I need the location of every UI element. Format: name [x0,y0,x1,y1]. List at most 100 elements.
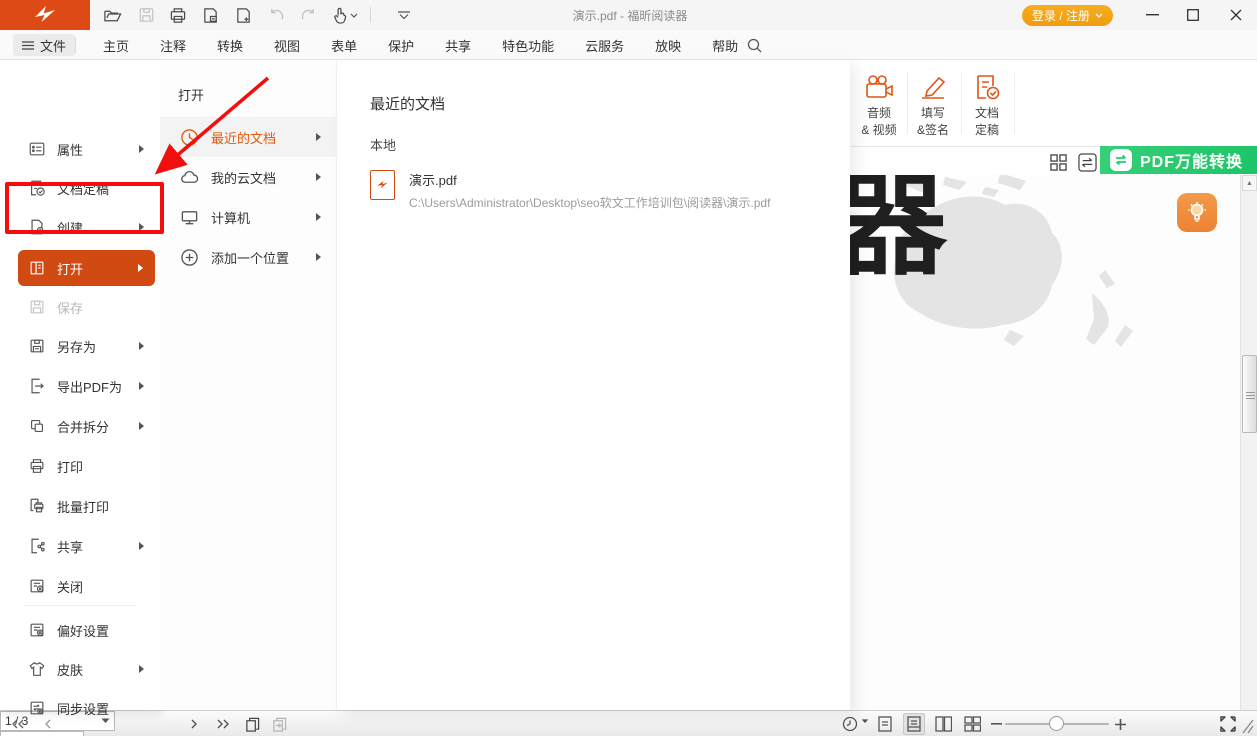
swap-view-icon[interactable] [1076,152,1098,172]
menu-item-close[interactable]: 关闭 [0,566,160,606]
menu-item-label: 关闭 [57,577,160,596]
minimize-button[interactable] [1135,0,1169,30]
pdf-convert-button[interactable]: PDF万能转换 [1100,146,1257,174]
menu-item-label: 文档定稿 [57,179,160,198]
pencil-sign-icon [907,66,959,100]
submenu-arrow-icon [139,665,144,673]
vertical-scrollbar[interactable]: ▲ [1240,175,1257,710]
menu-item-label: 偏好设置 [57,621,160,640]
thumbnail-grid-icon[interactable] [1047,152,1069,172]
submenu-item-cloud-docs[interactable]: 我的云文档 [160,157,337,197]
document-headline-text: 器 [835,175,947,297]
tab-comment[interactable]: 注释 [160,36,186,55]
prev-view-button[interactable] [241,713,263,735]
zoom-out-button[interactable] [988,713,1004,735]
zoom-slider-knob[interactable] [1049,716,1064,731]
doc-check-icon [961,66,1013,100]
foxit-reader-window: 演示.pdf - 福昕阅读器 登录 / 注册 文件 主页 注释 转换 视图 表单… [0,0,1257,736]
zoom-in-button[interactable] [1112,713,1128,735]
submenu-item-computer[interactable]: 计算机 [160,197,337,237]
local-section-label: 本地 [370,135,396,154]
lightbulb-tip-button[interactable] [1177,193,1217,232]
submenu-arrow-icon [316,213,321,221]
recent-file-item[interactable]: 演示.pdf C:\Users\Administrator\Desktop\se… [370,170,770,211]
menu-item-create[interactable]: 创建 [0,207,160,247]
search-icon[interactable] [742,34,766,56]
menu-item-export-pdf[interactable]: 导出PDF为 [0,366,160,406]
login-register-button[interactable]: 登录 / 注册 [1022,5,1113,26]
menu-item-label: 另存为 [57,337,139,356]
tshirt-icon [28,660,46,678]
tab-form[interactable]: 表单 [331,36,357,55]
submenu-item-label: 计算机 [211,208,316,227]
menu-item-print[interactable]: 打印 [0,446,160,486]
tab-share[interactable]: 共享 [445,36,471,55]
next-view-button[interactable] [268,713,290,735]
pdf-convert-label: PDF万能转换 [1140,148,1243,172]
tab-help[interactable]: 帮助 [712,36,738,55]
open-folder-icon[interactable] [100,4,124,26]
single-page-view-icon[interactable] [874,713,896,735]
last-page-button[interactable] [212,713,234,735]
menu-item-share[interactable]: 共享 [0,526,160,566]
new-document-icon[interactable] [231,4,255,26]
document-badge-icon[interactable] [198,4,222,26]
facing-continuous-view-icon[interactable] [961,713,983,735]
fullscreen-icon[interactable] [1216,713,1240,735]
audio-video-label-1: 音频 [853,104,905,121]
submenu-item-add-place[interactable]: 添加一个位置 [160,237,337,277]
tab-convert[interactable]: 转换 [217,36,243,55]
lightbulb-icon [1186,201,1208,225]
fill-sign-button[interactable]: 填写 &签名 [907,66,959,138]
submenu-arrow-icon [316,173,321,181]
recent-file-path: C:\Users\Administrator\Desktop\seo软文工作培训… [409,194,770,211]
save-menu-icon [28,298,46,316]
foxit-logo[interactable] [0,0,90,30]
print-icon[interactable] [166,4,190,26]
ribbon-tabs: 主页 注释 转换 视图 表单 保护 共享 特色功能 云服务 放映 帮助 [90,30,738,60]
maximize-button[interactable] [1176,0,1210,30]
audio-video-label-2: & 视频 [853,121,905,138]
menu-item-finalize[interactable]: 文档定稿 [0,168,160,208]
menu-item-properties[interactable]: 属性 [0,129,160,169]
submenu-item-recent[interactable]: 最近的文档 [160,117,337,157]
continuous-view-icon[interactable] [903,713,925,735]
menu-item-merge-split[interactable]: 合并拆分 [0,406,160,446]
menu-divider [75,37,76,53]
rotate-view-icon[interactable] [840,713,860,735]
scroll-up-button[interactable]: ▲ [1242,175,1257,191]
close-doc-icon [28,577,46,595]
doc-finalize-button[interactable]: 文档 定稿 [961,66,1013,138]
submenu-item-label: 添加一个位置 [211,248,316,267]
resize-grip[interactable] [1241,718,1254,734]
tab-present[interactable]: 放映 [655,36,681,55]
ribbon-divider [1014,72,1015,134]
recent-panel-title: 最近的文档 [370,93,445,114]
tab-features[interactable]: 特色功能 [502,36,554,55]
tab-view[interactable]: 视图 [274,36,300,55]
menu-item-batch-print[interactable]: 批量打印 [0,486,160,526]
window-title: 演示.pdf - 福昕阅读器 [380,0,880,30]
login-register-label: 登录 / 注册 [1032,7,1090,24]
tab-file[interactable]: 文件 [13,34,75,56]
tab-protect[interactable]: 保护 [388,36,414,55]
close-button[interactable] [1219,0,1253,30]
submenu-arrow-icon [139,223,144,231]
scrollbar-thumb[interactable] [1242,355,1257,433]
hand-tool-icon[interactable] [328,4,362,26]
tab-cloud[interactable]: 云服务 [585,36,624,55]
doc-finalize-label-1: 文档 [961,104,1013,121]
facing-view-icon[interactable] [932,713,954,735]
menu-item-save-as[interactable]: 另存为 [0,326,160,366]
menu-item-sync-settings[interactable]: 同步设置 [0,688,160,728]
audio-video-button[interactable]: 音频 & 视频 [853,66,905,138]
rotate-dropdown-icon[interactable] [861,719,869,724]
menu-item-skin[interactable]: 皮肤 [0,649,160,689]
next-page-button[interactable] [183,713,205,735]
menu-item-preferences[interactable]: 偏好设置 [0,610,160,650]
menu-item-open[interactable]: 打开 [18,250,155,286]
tab-home[interactable]: 主页 [103,36,129,55]
submenu-arrow-icon [139,382,144,390]
submenu-title: 打开 [178,85,204,104]
toolbar-divider [370,7,371,23]
